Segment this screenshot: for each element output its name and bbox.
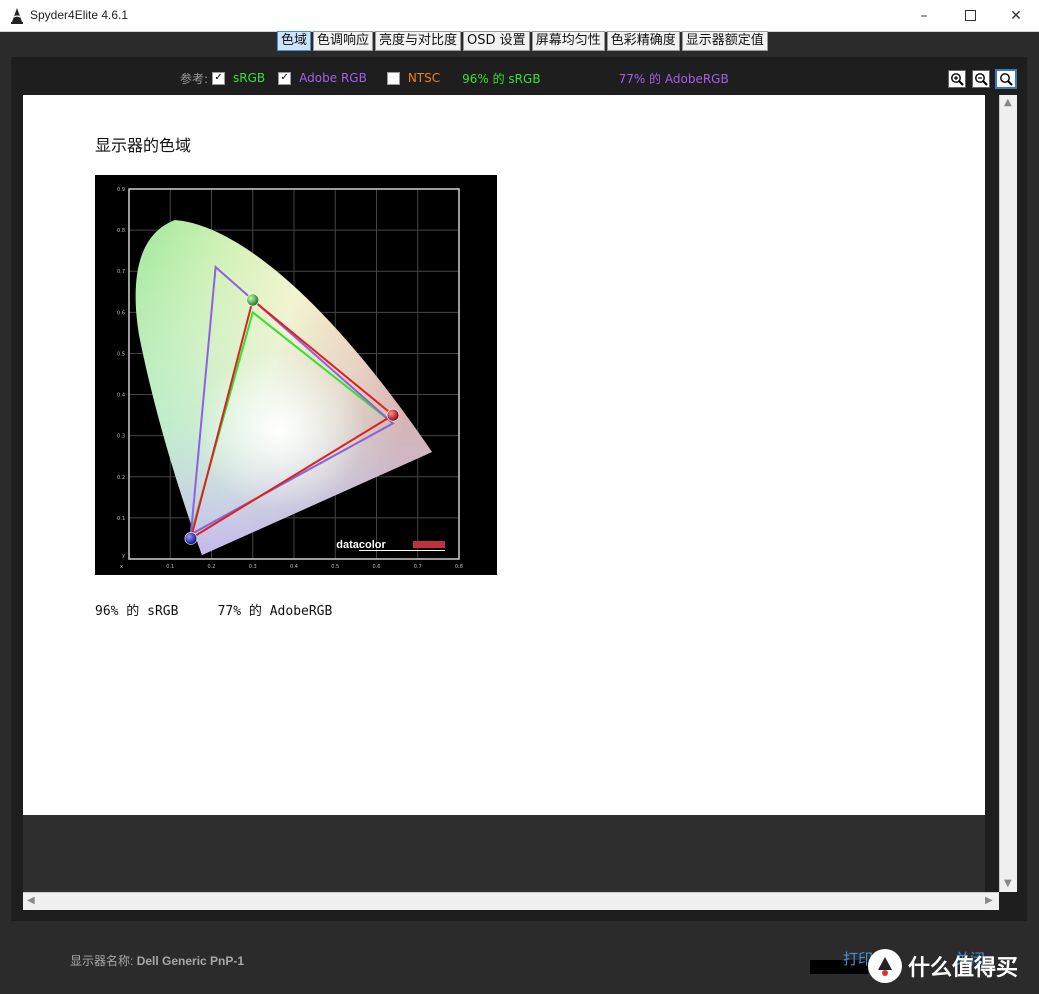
tab-brightness-contrast[interactable]: 亮度与对比度 <box>375 31 462 51</box>
tab-gamut[interactable]: 色域 <box>277 31 312 51</box>
y-tick-label: 0.7 <box>117 269 125 275</box>
monitor-name-row: 显示器名称: Dell Generic PnP-1 <box>70 952 244 969</box>
summary-srgb: 96% 的 sRGB <box>95 604 179 619</box>
y-tick-label: 0.1 <box>117 516 125 522</box>
adobe-rgb-checkbox[interactable]: ✓ <box>278 71 292 85</box>
srgb-percentage: 96% 的 sRGB <box>462 71 541 86</box>
horizontal-scrollbar[interactable]: ◀ ▶ <box>23 892 999 910</box>
watermark: 什么值得买 <box>868 946 1018 986</box>
maximize-icon <box>964 10 976 21</box>
summary-adobe-rgb: 77% 的 AdobeRGB <box>217 604 333 619</box>
adobe-rgb-percentage: 77% 的 AdobeRGB <box>618 71 729 86</box>
close-icon: ✕ <box>1010 7 1022 24</box>
zoom-fit-icon <box>1000 73 1013 86</box>
app-logo-icon <box>11 8 23 24</box>
close-window-button[interactable]: ✕ <box>993 0 1039 31</box>
y-tick-label: 0.4 <box>117 393 125 399</box>
srgb-label: sRGB <box>233 71 266 85</box>
x-tick-label: 0.2 <box>208 564 216 570</box>
adobe-rgb-label: Adobe RGB <box>299 71 367 85</box>
scroll-left-icon[interactable]: ◀ <box>27 895 35 906</box>
y-tick-label: 0.9 <box>117 187 125 193</box>
y-tick-label: 0.6 <box>117 310 125 316</box>
watermark-logo-icon <box>868 949 902 983</box>
tab-bar: 色域 色调响应 亮度与对比度 OSD 设置 屏幕均匀性 色彩精确度 显示器额定值 <box>277 31 770 51</box>
report-viewport: 显示器的色域 0.1 0.2 0.3 0.4 0.5 0.6 0.7 0.8 0… <box>23 95 985 815</box>
zoom-in-button[interactable] <box>948 70 966 88</box>
ntsc-checkbox[interactable] <box>386 71 400 85</box>
viewport-background <box>23 815 985 892</box>
zoom-fit-button[interactable] <box>995 69 1017 89</box>
minimize-icon: – <box>920 7 928 24</box>
gamut-section-title: 显示器的色域 <box>95 136 192 155</box>
monitor-name-value: Dell Generic PnP-1 <box>136 954 245 968</box>
srgb-checkbox[interactable]: ✓ <box>212 71 226 85</box>
y-tick-label: 0.3 <box>117 434 125 440</box>
blue-primary-marker <box>184 532 198 545</box>
minimize-button[interactable]: – <box>901 0 947 31</box>
red-primary-marker <box>386 408 400 422</box>
green-primary-marker <box>246 293 260 307</box>
y-tick-label: 0.8 <box>117 228 125 234</box>
y-tick-label: 0.2 <box>117 475 125 481</box>
zoom-out-button[interactable] <box>972 70 990 88</box>
maximize-button[interactable] <box>947 0 993 31</box>
x-tick-label: 0.3 <box>249 564 257 570</box>
x-tick-label: 0.6 <box>373 564 381 570</box>
title-bar: Spyder4Elite 4.6.1 – ✕ <box>0 0 1039 32</box>
window-title: Spyder4Elite 4.6.1 <box>30 8 129 22</box>
scroll-right-icon[interactable]: ▶ <box>985 895 993 906</box>
datacolor-logo-text: datacolor <box>336 539 386 551</box>
watermark-text: 什么值得买 <box>908 956 1019 981</box>
x-axis-label: x <box>120 564 123 570</box>
x-tick-label: 0.1 <box>166 564 174 570</box>
reference-bar: 参考: ✓ sRGB ✓ Adobe RGB NTSC 96% 的 sRGB 7… <box>180 69 729 87</box>
cie-gamut-chart: 0.1 0.2 0.3 0.4 0.5 0.6 0.7 0.8 0.1 0.2 0.3 0.4 0.5 0… <box>95 175 497 575</box>
gamut-summary: 96% 的 sRGB 77% 的 AdobeRGB <box>95 600 332 619</box>
y-axis-label: y <box>122 553 125 559</box>
x-tick-label: 0.4 <box>290 564 298 570</box>
ntsc-label: NTSC <box>407 71 441 85</box>
scroll-up-icon[interactable]: ▲ <box>1004 97 1012 108</box>
x-tick-label: 0.8 <box>455 564 463 570</box>
tab-uniformity[interactable]: 屏幕均匀性 <box>531 31 605 51</box>
tab-monitor-rating[interactable]: 显示器额定值 <box>681 31 768 51</box>
y-tick-label: 0.5 <box>117 351 125 357</box>
x-tick-label: 0.7 <box>414 564 422 570</box>
tab-tone-response[interactable]: 色调响应 <box>313 31 374 51</box>
tab-osd-settings[interactable]: OSD 设置 <box>463 31 530 51</box>
monitor-name-label: 显示器名称: <box>70 954 134 968</box>
vertical-scrollbar[interactable]: ▲ ▼ <box>999 95 1017 892</box>
zoom-out-icon <box>975 73 988 86</box>
tab-color-accuracy[interactable]: 色彩精确度 <box>606 31 680 51</box>
x-tick-label: 0.5 <box>331 564 339 570</box>
zoom-in-icon <box>951 73 964 86</box>
scroll-down-icon[interactable]: ▼ <box>1004 878 1012 889</box>
reference-label: 参考: <box>180 71 209 86</box>
